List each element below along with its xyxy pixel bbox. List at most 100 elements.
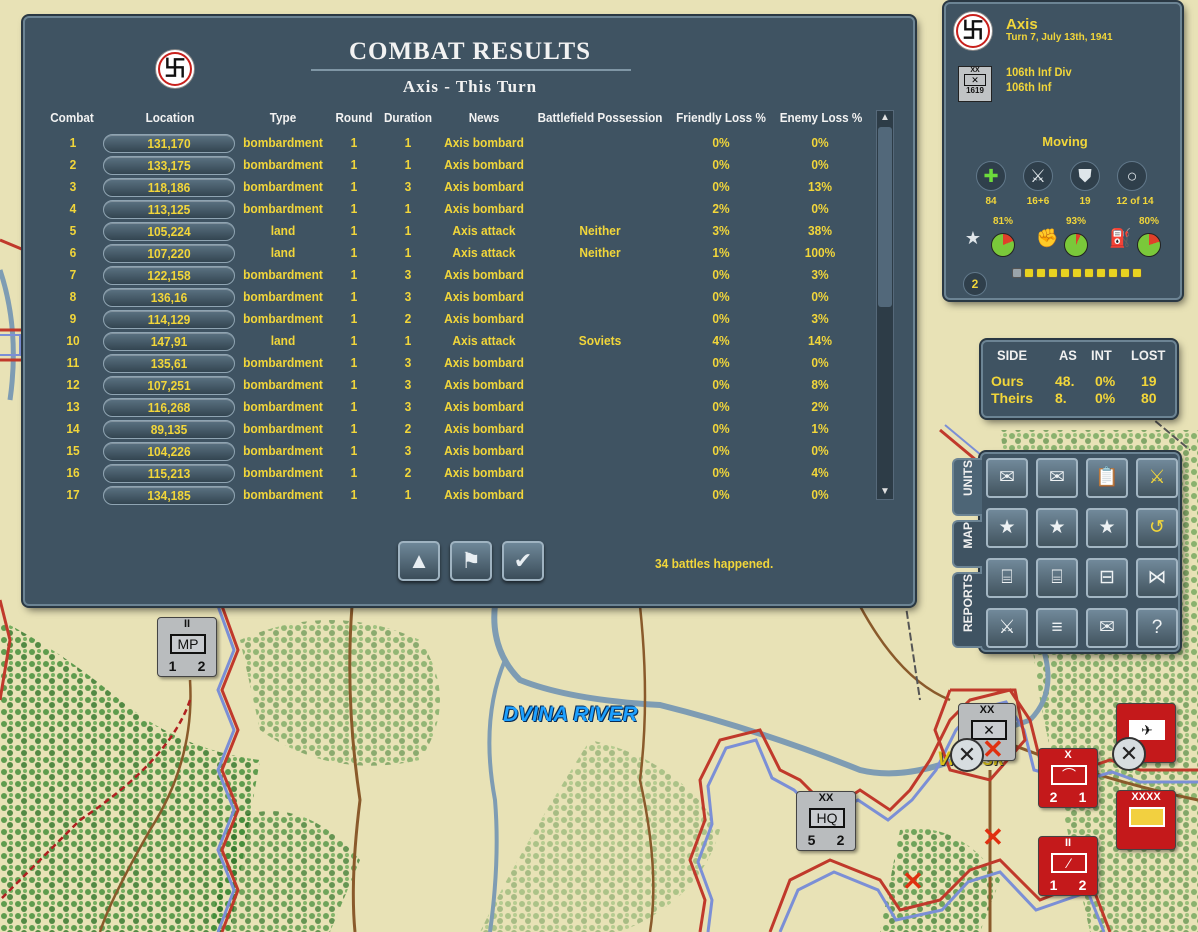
col-header-friendly-loss[interactable]: Friendly Loss % xyxy=(674,110,768,125)
message-button[interactable]: ✉ xyxy=(1086,608,1128,648)
combat-number: 5 xyxy=(69,223,77,238)
combat-marker-icon[interactable]: ✕ xyxy=(982,822,1004,853)
col-header-news[interactable]: News xyxy=(453,110,516,125)
location-button[interactable]: 115,213 xyxy=(103,464,235,483)
combat-news: Axis bombard xyxy=(444,135,524,150)
enemy-loss: 0% xyxy=(811,135,829,150)
location-button[interactable]: 131,170 xyxy=(103,134,235,153)
clipboard-button[interactable]: 📋 xyxy=(1086,458,1128,498)
location-button[interactable]: 118,186 xyxy=(103,178,235,197)
scroll-up-button[interactable]: ▲ xyxy=(398,541,440,581)
unit-counter-icon[interactable]: XX ✕ 1619 xyxy=(958,66,992,102)
scroll-down-icon[interactable]: ▼ xyxy=(877,485,893,499)
col-header-possession[interactable]: Battlefield Possession xyxy=(536,110,664,125)
soviet-counter-a[interactable]: X ⌒ 21 xyxy=(1038,748,1098,808)
table-row[interactable]: 122,158 7 bombardment 1 3 Axis bombard 0% 3% xyxy=(25,265,875,287)
table-row[interactable]: 135,61 11 bombardment 1 3 Axis bombard 0% 0% xyxy=(25,353,875,375)
armor-button[interactable]: ⊟ xyxy=(1086,558,1128,598)
location-button[interactable]: 147,91 xyxy=(103,332,235,351)
soviet-army-counter[interactable]: XXXX xyxy=(1116,790,1176,850)
col-header-type[interactable]: Type xyxy=(251,110,316,125)
location-button[interactable]: 116,268 xyxy=(103,398,235,417)
enemy-loss: 100% xyxy=(804,245,836,260)
location-button[interactable]: 135,61 xyxy=(103,354,235,373)
combat-round: 1 xyxy=(350,223,358,238)
table-row[interactable]: 89,135 14 bombardment 1 2 Axis bombard 0% 1% xyxy=(25,419,875,441)
combat-marker-icon[interactable]: ✕ xyxy=(902,866,924,897)
star-button[interactable]: ★ xyxy=(1086,508,1128,548)
soviet-counter-b[interactable]: II ⁄ 12 xyxy=(1038,836,1098,896)
location-button[interactable]: 104,226 xyxy=(103,442,235,461)
table-row[interactable]: 114,129 9 bombardment 1 2 Axis bombard 0% 3% xyxy=(25,309,875,331)
unit-info-panel: Axis Turn 7, July 13th, 1941 XX ✕ 1619 1… xyxy=(944,2,1182,300)
col-header-enemy-loss[interactable]: Enemy Loss % xyxy=(778,110,864,125)
table-row[interactable]: 131,170 1 bombardment 1 1 Axis bombard 0% 0% xyxy=(25,133,875,155)
combat-marker-icon[interactable]: ✕ xyxy=(982,734,1004,765)
table-row[interactable]: 104,226 15 bombardment 1 3 Axis bombard 0% 0% xyxy=(25,441,875,463)
unit-info-button[interactable]: ✉ xyxy=(986,458,1028,498)
location-button[interactable]: 134,185 xyxy=(103,486,235,505)
table-row[interactable]: 133,175 2 bombardment 1 1 Axis bombard 0% 0% xyxy=(25,155,875,177)
enemy-loss: 14% xyxy=(808,333,832,348)
table-row[interactable]: 147,91 10 land 1 1 Axis attack Soviets 4% 14% xyxy=(25,331,875,353)
results-scrollbar[interactable]: ▲ ▼ xyxy=(876,110,894,500)
next-unit-button[interactable]: ✉ xyxy=(1036,458,1078,498)
location-button[interactable]: 107,220 xyxy=(103,244,235,263)
flag-button[interactable]: ⚑ xyxy=(450,541,492,581)
tab-units[interactable]: UNITS xyxy=(952,458,982,516)
table-row[interactable]: 136,16 8 bombardment 1 3 Axis bombard 0% 0% xyxy=(25,287,875,309)
table-row[interactable]: 113,125 4 bombardment 1 1 Axis bombard 2% 0% xyxy=(25,199,875,221)
combat-duration: 2 xyxy=(404,465,412,480)
next-star-button[interactable]: ★ xyxy=(1036,508,1078,548)
table-row[interactable]: 134,185 17 bombardment 1 1 Axis bombard 0% 0% xyxy=(25,485,875,507)
org-chart-button[interactable]: ⌸ xyxy=(986,558,1028,598)
confirm-button[interactable]: ✔ xyxy=(502,541,544,581)
air-strike-icon[interactable]: ✕ xyxy=(1112,737,1146,771)
col-header-location[interactable]: Location xyxy=(130,110,211,125)
mp-counter[interactable]: II MP 12 xyxy=(157,617,217,677)
table-row[interactable]: 105,224 5 land 1 1 Axis attack Neither 3% 38% xyxy=(25,221,875,243)
combat-type: bombardment xyxy=(243,135,323,150)
combat-round: 1 xyxy=(350,443,358,458)
location-button[interactable]: 114,129 xyxy=(103,310,235,329)
location-button[interactable]: 122,158 xyxy=(103,266,235,285)
prev-star-button[interactable]: ★ xyxy=(986,508,1028,548)
battle-report-button[interactable]: ⚔ xyxy=(986,608,1028,648)
table-row[interactable]: 116,268 13 bombardment 1 3 Axis bombard 0% 2% xyxy=(25,397,875,419)
tab-map[interactable]: MAP xyxy=(952,520,982,568)
hq-counter[interactable]: XX HQ 52 xyxy=(796,791,856,851)
combat-duration: 1 xyxy=(404,201,412,216)
location-button[interactable]: 107,251 xyxy=(103,376,235,395)
combat-log-button[interactable]: ≡ xyxy=(1036,608,1078,648)
clipboard-icon: 📋 xyxy=(1095,467,1119,488)
location-button[interactable]: 133,175 xyxy=(103,156,235,175)
scroll-thumb[interactable] xyxy=(878,127,892,307)
circle-icon: ○ xyxy=(1117,161,1147,191)
table-row[interactable]: 107,251 12 bombardment 1 3 Axis bombard 0% 8% xyxy=(25,375,875,397)
friendly-loss: 0% xyxy=(712,157,730,172)
attack-button[interactable]: ⚔ xyxy=(1136,458,1178,498)
disband-button[interactable]: ⋈ xyxy=(1136,558,1178,598)
org-chart-flag-button[interactable]: ⌸ xyxy=(1036,558,1078,598)
location-button[interactable]: 105,224 xyxy=(103,222,235,241)
axis-emblem-icon xyxy=(954,12,992,50)
air-strike-icon[interactable]: ✕ xyxy=(950,738,984,772)
col-header-duration[interactable]: Duration xyxy=(380,110,436,125)
table-row[interactable]: 118,186 3 bombardment 1 3 Axis bombard 0% 13% xyxy=(25,177,875,199)
location-button[interactable]: 113,125 xyxy=(103,200,235,219)
scroll-up-icon[interactable]: ▲ xyxy=(877,111,893,125)
lost-header: LOST xyxy=(1131,347,1166,363)
location-button[interactable]: 136,16 xyxy=(103,288,235,307)
river-label: DVINA RIVER xyxy=(503,703,638,726)
table-row[interactable]: 115,213 16 bombardment 1 2 Axis bombard 0% 4% xyxy=(25,463,875,485)
col-header-round[interactable]: Round xyxy=(333,110,374,125)
stat-value: 84 xyxy=(985,196,997,207)
table-row[interactable]: 107,220 6 land 1 1 Axis attack Neither 1% 100% xyxy=(25,243,875,265)
help-button[interactable]: ? xyxy=(1136,608,1178,648)
col-header-combat[interactable]: Combat xyxy=(50,110,95,125)
undo-icon: ↺ xyxy=(1149,517,1165,538)
undo-button[interactable]: ↺ xyxy=(1136,508,1178,548)
location-button[interactable]: 89,135 xyxy=(103,420,235,439)
tab-reports[interactable]: REPORTS xyxy=(952,572,982,648)
combat-number: 4 xyxy=(69,201,77,216)
